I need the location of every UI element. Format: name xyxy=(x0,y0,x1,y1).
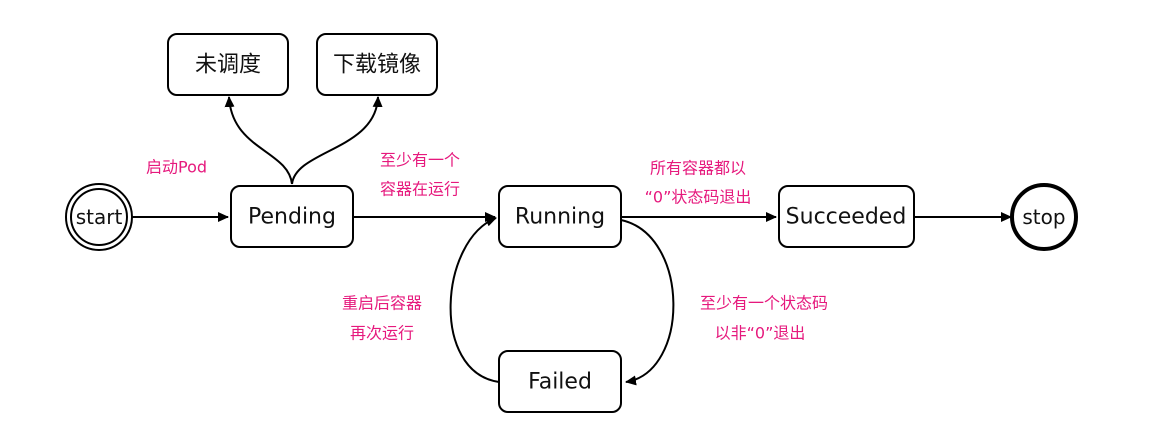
label-running-succeeded-line1: 所有容器都以 xyxy=(650,159,746,178)
label-running-failed-line1: 至少有一个状态码 xyxy=(700,294,828,313)
node-pending-label: Pending xyxy=(248,205,336,230)
edge-pending-to-unscheduled xyxy=(224,96,293,185)
label-pending-running-line2: 容器在运行 xyxy=(380,180,460,199)
node-failed-label: Failed xyxy=(528,370,592,395)
node-unscheduled: 未调度 xyxy=(167,33,289,96)
node-stop-label: stop xyxy=(1022,205,1065,229)
node-running-label: Running xyxy=(515,205,605,230)
label-failed-running-line2: 再次运行 xyxy=(350,324,414,343)
node-stop: stop xyxy=(1010,183,1078,251)
node-succeeded-label: Succeeded xyxy=(786,205,907,230)
node-start: start xyxy=(65,183,133,251)
pod-lifecycle-diagram: 未调度 下载镜像 start Pending Running Succeeded… xyxy=(65,33,1078,413)
node-pending: Pending xyxy=(230,185,354,248)
node-unscheduled-label: 未调度 xyxy=(195,53,261,78)
label-pending-running-line1: 至少有一个 xyxy=(380,151,460,170)
node-failed: Failed xyxy=(498,350,622,413)
node-pulling-image: 下载镜像 xyxy=(316,33,438,96)
label-failed-running-line1: 重启后容器 xyxy=(342,294,422,313)
node-running: Running xyxy=(498,185,622,248)
node-pulling-image-label: 下载镜像 xyxy=(333,53,421,78)
node-succeeded: Succeeded xyxy=(778,185,915,248)
label-running-failed-line2: 以非“0”退出 xyxy=(715,324,806,343)
label-running-succeeded-line2: “0”状态码退出 xyxy=(645,188,752,207)
edge-failed-to-running xyxy=(449,217,500,383)
node-start-label: start xyxy=(76,205,123,229)
edge-pending-to-pulling-image xyxy=(291,96,383,185)
edge-running-to-failed xyxy=(620,219,675,386)
label-start-pod: 启动Pod xyxy=(146,158,207,177)
